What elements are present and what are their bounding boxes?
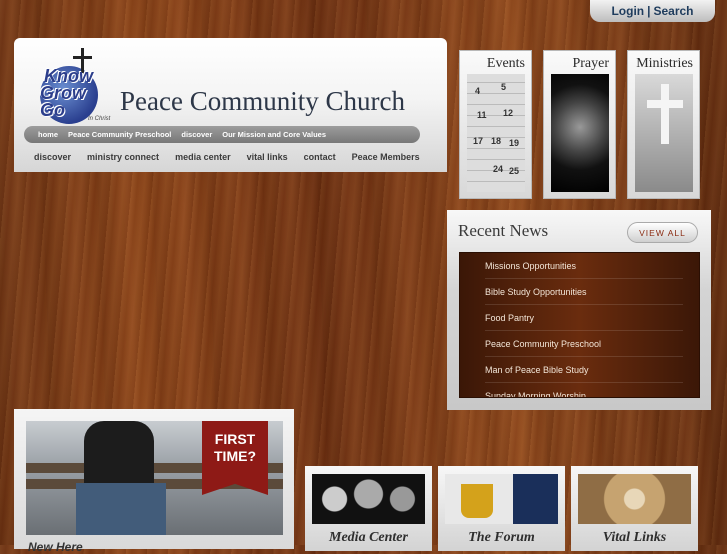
first-time-panel: FIRST TIME? New Here — [14, 409, 294, 554]
news-item[interactable]: Bible Study Opportunities — [485, 279, 683, 305]
calendar-number: 4 — [475, 86, 481, 96]
joined-hands-image — [578, 474, 691, 524]
main-navigation: discover ministry connect media center v… — [34, 152, 420, 162]
calendar-number: 12 — [503, 108, 514, 118]
login-separator: | — [647, 4, 651, 18]
calendar-image: 4 5 11 12 17 18 19 24 25 — [467, 74, 525, 192]
tile-media-center-label: Media Center — [329, 530, 408, 545]
nav-peace-members[interactable]: Peace Members — [352, 152, 420, 162]
calendar-number: 25 — [509, 166, 520, 176]
search-link[interactable]: Search — [653, 4, 693, 18]
nav-discover[interactable]: discover — [34, 152, 71, 162]
view-all-button[interactable]: VIEW ALL — [627, 222, 698, 243]
coffee-cup-icon — [461, 484, 493, 518]
calendar-number: 11 — [477, 110, 487, 120]
feature-prayer-title: Prayer — [572, 56, 609, 71]
subnav-home[interactable]: home — [38, 130, 58, 139]
microphones-image — [312, 474, 425, 524]
tile-the-forum-label: The Forum — [468, 530, 535, 545]
nav-ministry-connect[interactable]: ministry connect — [87, 152, 159, 162]
logo-word-go: Go — [40, 100, 65, 120]
login-link[interactable]: Login — [611, 4, 644, 18]
news-item[interactable]: Man of Peace Bible Study — [485, 357, 683, 383]
first-time-banner[interactable]: FIRST TIME? — [26, 421, 283, 535]
nav-vital-links[interactable]: vital links — [247, 152, 288, 162]
praying-hands-image — [551, 74, 609, 192]
feature-ministries-title: Ministries — [636, 56, 693, 71]
calendar-number: 5 — [501, 82, 507, 92]
tile-vital-links[interactable]: Vital Links — [571, 466, 698, 551]
subnav-preschool[interactable]: Peace Community Preschool — [68, 130, 171, 139]
coffee-and-bible-image — [445, 474, 558, 524]
ministries-image — [635, 74, 693, 192]
site-header: Know Grow Go In Christ Peace Community C… — [14, 38, 447, 172]
news-item[interactable]: Peace Community Preschool — [485, 331, 683, 357]
news-item[interactable]: Food Pantry — [485, 305, 683, 331]
calendar-number: 24 — [493, 164, 504, 174]
calendar-number: 19 — [509, 138, 520, 148]
sub-navigation: home Peace Community Preschool discover … — [24, 126, 420, 143]
cross-icon — [661, 84, 669, 144]
ribbon-line-first: FIRST — [214, 431, 256, 447]
subnav-mission[interactable]: Our Mission and Core Values — [222, 130, 326, 139]
login-search-tab: Login | Search — [590, 0, 715, 22]
feature-prayer[interactable]: Prayer — [543, 50, 616, 199]
tile-vital-links-label: Vital Links — [602, 530, 667, 545]
tile-media-center[interactable]: Media Center — [305, 466, 432, 551]
calendar-number: 18 — [491, 136, 502, 146]
subnav-discover[interactable]: discover — [181, 130, 212, 139]
first-time-caption: New Here — [28, 540, 83, 554]
logo-tagline: In Christ — [88, 116, 111, 122]
feature-ministries[interactable]: Ministries — [627, 50, 700, 199]
feature-events[interactable]: Events 4 5 11 12 17 18 19 24 25 — [459, 50, 532, 199]
news-item[interactable]: Missions Opportunities — [485, 253, 683, 279]
ribbon-line-time: TIME? — [214, 448, 256, 464]
nav-contact[interactable]: contact — [304, 152, 336, 162]
first-time-ribbon: FIRST TIME? — [202, 421, 268, 495]
nav-media-center[interactable]: media center — [175, 152, 231, 162]
recent-news-title: Recent News — [458, 221, 549, 240]
church-logo[interactable]: Know Grow Go In Christ — [26, 46, 118, 128]
calendar-number: 17 — [473, 136, 484, 146]
recent-news-panel: Recent News VIEW ALL Missions Opportunit… — [447, 210, 711, 410]
site-title: Peace Community Church — [120, 86, 405, 116]
news-item[interactable]: Sunday Morning Worship — [485, 383, 683, 398]
tile-the-forum[interactable]: The Forum — [438, 466, 565, 551]
news-list: Missions Opportunities Bible Study Oppor… — [459, 252, 700, 398]
feature-events-title: Events — [486, 56, 525, 71]
